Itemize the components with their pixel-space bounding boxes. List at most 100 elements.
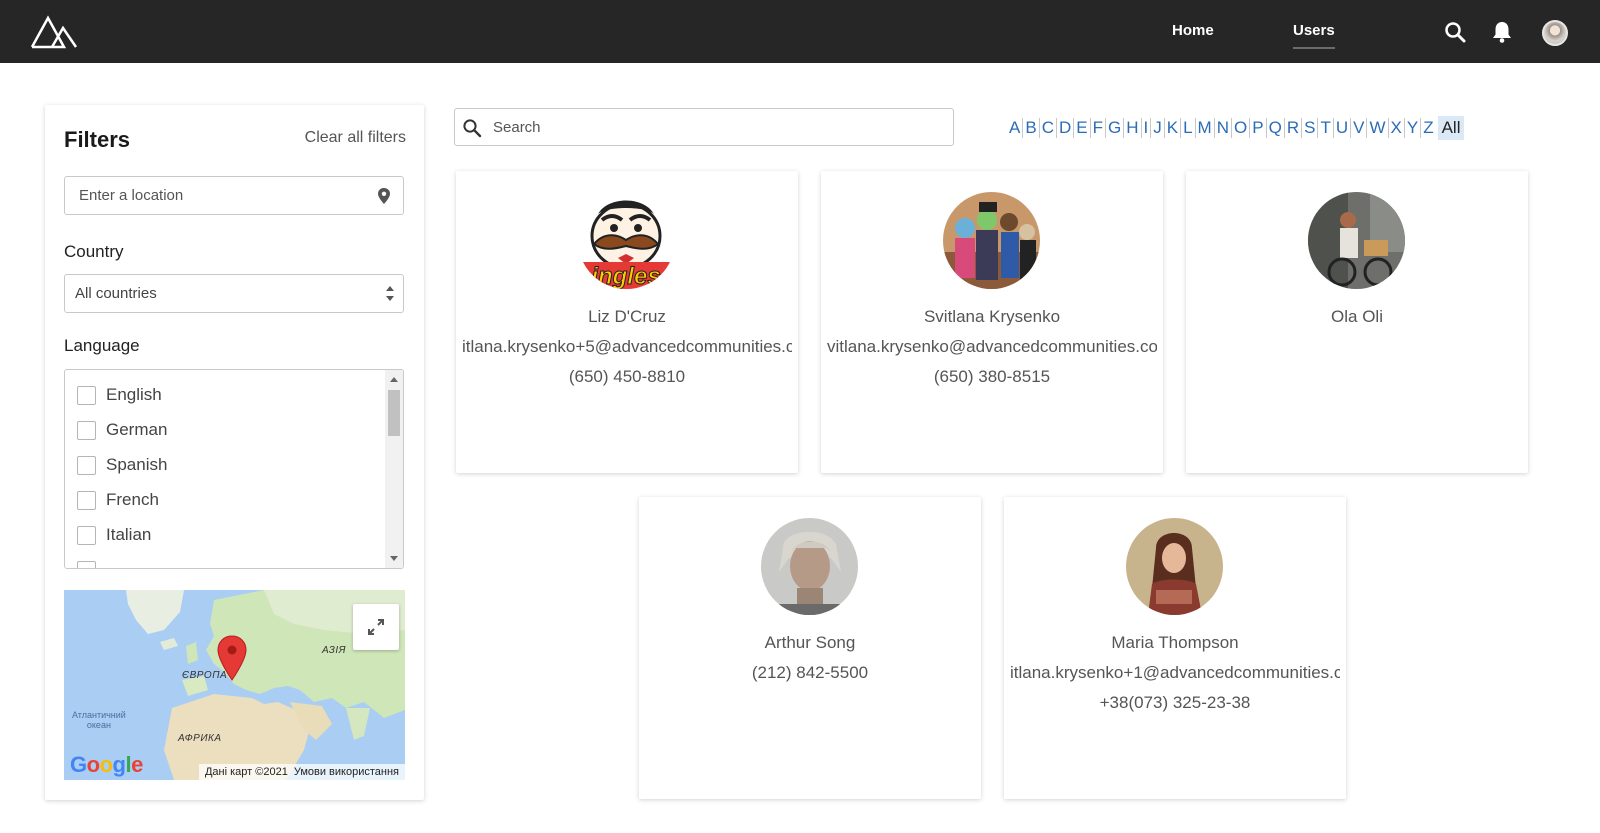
alphabet-letter-z[interactable]: Z: [1420, 118, 1435, 138]
pringles-avatar-image: ingles: [578, 192, 675, 289]
user-phone[interactable]: (650) 380-8515: [821, 367, 1163, 387]
user-phone[interactable]: (212) 842-5500: [639, 663, 981, 683]
user-name: Maria Thompson: [1111, 633, 1239, 652]
map-terms-link[interactable]: Умови використання: [294, 764, 399, 780]
user-card[interactable]: Ola Oli: [1186, 171, 1528, 473]
language-list-scrollbar[interactable]: [385, 370, 403, 568]
checkbox[interactable]: [77, 420, 96, 440]
search-input[interactable]: [493, 109, 943, 145]
filters-panel: Filters Clear all filters Country All co…: [45, 105, 424, 800]
alphabet-letter-o[interactable]: O: [1231, 118, 1249, 138]
cyclist-avatar-image: [1308, 192, 1405, 289]
language-option-italian[interactable]: Italian: [77, 523, 151, 547]
alphabet-letter-f[interactable]: F: [1089, 118, 1105, 138]
language-option-label: English: [106, 385, 162, 404]
language-option-french[interactable]: French: [77, 488, 159, 512]
user-phone[interactable]: (650) 450-8810: [456, 367, 798, 387]
map-data-credit: Дані карт ©2021: [204, 766, 288, 778]
alphabet-letter-i[interactable]: I: [1140, 118, 1151, 138]
checkbox[interactable]: [77, 490, 96, 510]
user-card[interactable]: Arthur Song (212) 842-5500: [639, 497, 981, 799]
alphabet-letter-s[interactable]: S: [1301, 118, 1317, 138]
alphabet-filter: A B C D E F G H I J K L M N O P Q R S T U V W X Y Z All: [1007, 116, 1465, 140]
map-marker-icon[interactable]: [216, 634, 248, 682]
checkbox[interactable]: [77, 455, 96, 475]
alphabet-letter-k[interactable]: K: [1163, 118, 1180, 138]
checkbox[interactable]: [77, 560, 96, 568]
user-search-field: [454, 108, 954, 146]
user-card[interactable]: Maria Thompson itlana.krysenko+1@advance…: [1004, 497, 1346, 799]
alphabet-letter-l[interactable]: L: [1180, 118, 1194, 138]
alphabet-letter-h[interactable]: H: [1123, 118, 1140, 138]
bell-icon[interactable]: [1490, 20, 1514, 44]
language-option-label: German: [106, 420, 168, 439]
map-ocean-line: океан: [86, 720, 111, 730]
checkbox[interactable]: [77, 525, 96, 545]
alphabet-letter-all[interactable]: All: [1437, 116, 1465, 140]
language-option-partial[interactable]: [77, 558, 96, 568]
language-option-english[interactable]: English: [77, 383, 162, 407]
location-field: [64, 176, 404, 215]
fullscreen-icon: [368, 619, 384, 635]
portrait-avatar-image: [1126, 518, 1223, 615]
portrait-avatar-image: [761, 518, 858, 615]
svg-text:ingles: ingles: [591, 263, 660, 289]
language-option-german[interactable]: German: [77, 418, 167, 442]
user-email[interactable]: vitlana.krysenko@advancedcommunities.com: [827, 337, 1157, 357]
nav-link-users[interactable]: Users: [1293, 22, 1335, 49]
top-navigation-bar: Home Users: [0, 0, 1600, 63]
user-name: Svitlana Krysenko: [923, 307, 1061, 326]
country-label: Country: [64, 242, 124, 261]
alphabet-letter-j[interactable]: J: [1150, 118, 1164, 138]
alphabet-letter-r[interactable]: R: [1283, 118, 1301, 138]
user-avatar: ingles: [578, 192, 675, 289]
clear-all-filters-link[interactable]: Clear all filters: [305, 129, 406, 147]
map-fullscreen-button[interactable]: [353, 604, 399, 650]
alphabet-letter-t[interactable]: T: [1317, 118, 1332, 138]
user-email[interactable]: itlana.krysenko+5@advancedcommunities.co…: [462, 337, 792, 357]
scroll-down-arrow-icon[interactable]: [390, 556, 398, 561]
alphabet-letter-n[interactable]: N: [1213, 118, 1231, 138]
user-card[interactable]: ingles Liz D'Cruz itlana.krysenko+5@adva…: [456, 171, 798, 473]
language-list: English German Spanish French Italian: [64, 369, 404, 569]
user-card[interactable]: Svitlana Krysenko vitlana.krysenko@advan…: [821, 171, 1163, 473]
alphabet-letter-v[interactable]: V: [1350, 118, 1366, 138]
google-logo: Google: [70, 752, 143, 777]
user-avatar[interactable]: [1542, 20, 1568, 46]
alphabet-letter-e[interactable]: E: [1073, 118, 1089, 138]
user-name: Liz D'Cruz: [588, 307, 666, 326]
alphabet-letter-m[interactable]: M: [1194, 118, 1214, 138]
user-avatar: [943, 192, 1040, 289]
alphabet-letter-q[interactable]: Q: [1265, 118, 1284, 138]
alphabet-letter-w[interactable]: W: [1366, 118, 1387, 138]
search-icon[interactable]: [1443, 20, 1467, 44]
user-email[interactable]: itlana.krysenko+1@advancedcommunities.co…: [1010, 663, 1340, 683]
user-name: Arthur Song: [764, 633, 856, 652]
language-label: Language: [64, 336, 140, 355]
alphabet-letter-a[interactable]: A: [1007, 118, 1022, 138]
alphabet-letter-c[interactable]: C: [1038, 118, 1056, 138]
checkbox[interactable]: [77, 385, 96, 405]
nav-link-home[interactable]: Home: [1172, 22, 1214, 39]
alphabet-letter-d[interactable]: D: [1055, 118, 1073, 138]
user-phone[interactable]: +38(073) 325-23-38: [1004, 693, 1346, 713]
location-input[interactable]: [65, 177, 365, 214]
alphabet-letter-u[interactable]: U: [1332, 118, 1350, 138]
alphabet-letter-g[interactable]: G: [1104, 118, 1123, 138]
location-pin-icon: [378, 188, 390, 204]
language-option-spanish[interactable]: Spanish: [77, 453, 167, 477]
search-icon: [463, 119, 482, 138]
alphabet-letter-p[interactable]: P: [1249, 118, 1265, 138]
scroll-up-arrow-icon[interactable]: [390, 377, 398, 382]
alphabet-letter-y[interactable]: Y: [1403, 118, 1420, 138]
alphabet-letter-b[interactable]: B: [1022, 118, 1038, 138]
mountain-logo-icon[interactable]: [30, 15, 78, 49]
scrollbar-thumb[interactable]: [388, 390, 400, 436]
map-ocean-line: Атлантичний: [72, 710, 126, 720]
select-arrows-icon: [386, 286, 394, 301]
map-label-asia: АЗІЯ: [322, 645, 346, 656]
alphabet-letter-x[interactable]: X: [1387, 118, 1404, 138]
country-select[interactable]: All countries: [64, 274, 404, 313]
location-map[interactable]: ЄВРОПА АЗІЯ АФРИКА Атлантичний океан Goo…: [64, 590, 405, 780]
map-label-africa: АФРИКА: [178, 733, 222, 744]
